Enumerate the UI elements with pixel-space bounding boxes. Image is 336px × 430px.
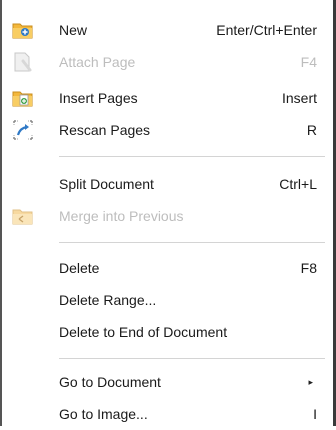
menu-separator: [59, 358, 325, 359]
submenu-arrow-icon: ▸: [308, 376, 313, 387]
menu-item-label: New: [59, 22, 88, 38]
menu-item-insert-pages[interactable]: Insert Pages Insert: [2, 82, 333, 114]
menu-item-label: Merge into Previous: [59, 208, 184, 224]
menu-item-label: Delete to End of Document: [59, 324, 228, 340]
menu-item-delete[interactable]: Delete F8: [2, 252, 333, 284]
shortcut-text: Ctrl+L: [279, 176, 317, 192]
menu-item-label: Insert Pages: [59, 90, 138, 106]
rescan-icon: [12, 119, 34, 141]
menu-item-split-document[interactable]: Split Document Ctrl+L: [2, 168, 333, 200]
shortcut-text: R: [306, 122, 317, 138]
menu-separator: [59, 156, 325, 157]
menu-item-label: Go to Document: [59, 374, 161, 390]
attach-page-icon: [12, 51, 34, 73]
menu-item-label: Delete Range...: [59, 292, 157, 308]
menu-item-go-to-document[interactable]: Go to Document ▸: [2, 366, 333, 398]
context-menu: New Enter/Ctrl+Enter Attach Page F4 Inse…: [2, 0, 333, 426]
insert-pages-icon: [12, 87, 34, 109]
shortcut-text: F8: [300, 260, 317, 276]
menu-item-label: Rescan Pages: [59, 122, 151, 138]
menu-item-label: Attach Page: [59, 54, 136, 70]
menu-item-rescan-pages[interactable]: Rescan Pages R: [2, 114, 333, 146]
menu-item-merge-into-previous[interactable]: Merge into Previous: [2, 200, 333, 232]
menu-item-label: Go to Image...: [59, 406, 148, 422]
menu-item-delete-range[interactable]: Delete Range...: [2, 284, 333, 316]
shortcut-text: F4: [300, 54, 317, 70]
menu-item-label: Delete: [59, 260, 100, 276]
new-folder-icon: [12, 19, 34, 41]
menu-item-label: Split Document: [59, 176, 154, 192]
shortcut-text: Enter/Ctrl+Enter: [216, 22, 317, 38]
shortcut-text: Insert: [281, 90, 317, 106]
merge-folder-icon: [12, 205, 34, 227]
menu-item-delete-to-end[interactable]: Delete to End of Document: [2, 316, 333, 348]
menu-item-go-to-image[interactable]: Go to Image... I: [2, 398, 333, 430]
menu-item-attach-page[interactable]: Attach Page F4: [2, 46, 333, 78]
shortcut-text: I: [313, 406, 317, 422]
menu-item-new[interactable]: New Enter/Ctrl+Enter: [2, 14, 333, 46]
menu-separator: [59, 242, 325, 243]
